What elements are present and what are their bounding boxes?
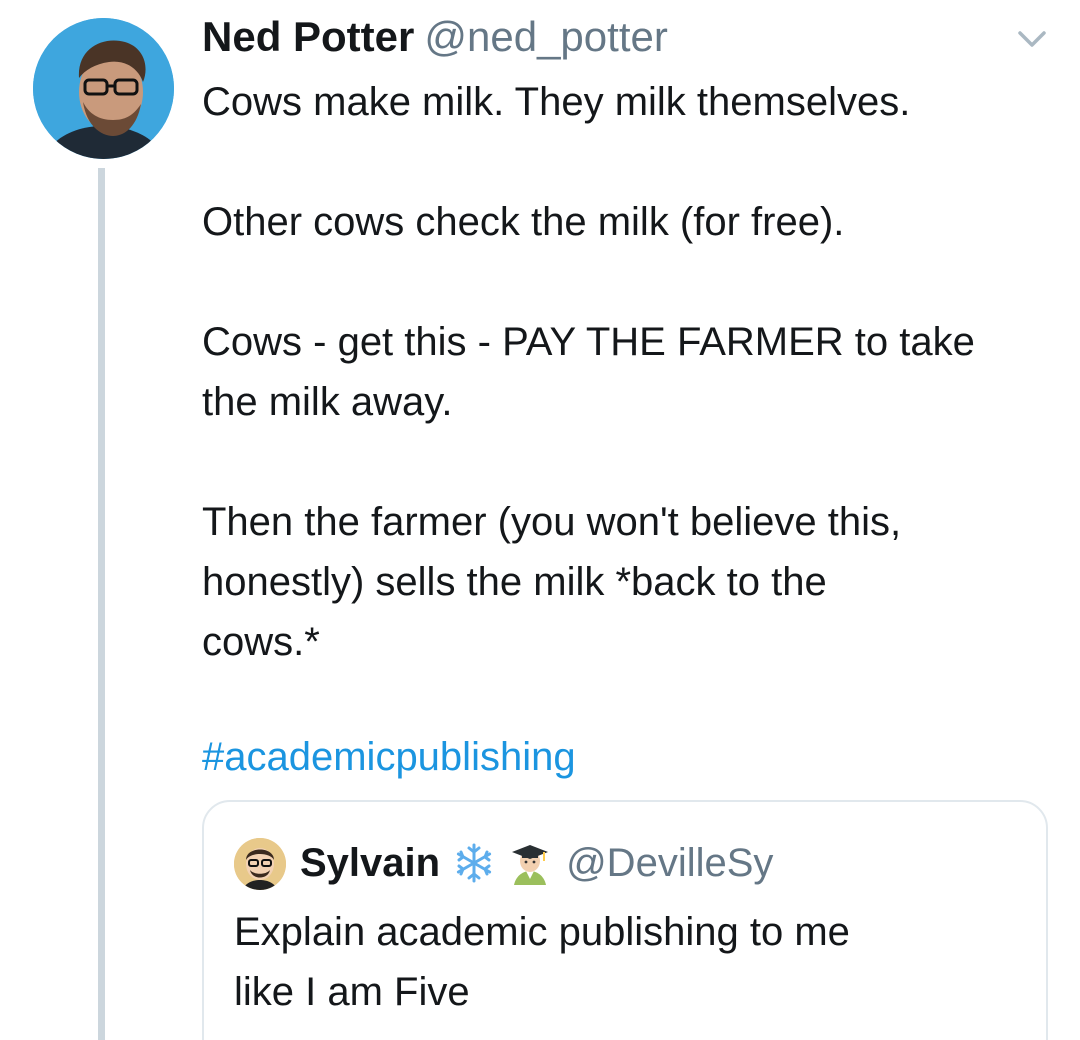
avatar[interactable]: [33, 18, 174, 159]
quoted-avatar: [234, 838, 286, 890]
quoted-line: Explain academic publishing to me: [234, 910, 850, 954]
tweet-line: Cows make milk. They milk themselves.: [202, 80, 911, 124]
tweet-paragraph: Cows make milk. They milk themselves.: [202, 72, 1062, 132]
hashtag-link[interactable]: #academicpublishing: [202, 727, 576, 787]
tweet-header: Ned Potter @ned_potter: [202, 12, 668, 62]
tweet-line: cows.*: [202, 620, 320, 664]
tweet-paragraph: Other cows check the milk (for free).: [202, 192, 1062, 252]
tweet-line: Then the farmer (you won't believe this,: [202, 500, 902, 544]
chevron-down-icon[interactable]: [1016, 28, 1048, 50]
quoted-header: Sylvain @DevilleSy: [300, 835, 773, 891]
thread-line: [98, 168, 105, 1040]
tweet-line: Other cows check the milk (for free).: [202, 200, 845, 244]
tweet-line: the milk away.: [202, 380, 453, 424]
tweet-line: honestly) sells the milk *back to the: [202, 560, 827, 604]
author-name[interactable]: Ned Potter: [202, 13, 414, 60]
snowflake-icon: [452, 841, 496, 885]
tweet-paragraph: Then the farmer (you won't believe this,…: [202, 492, 1062, 672]
quoted-author-name: Sylvain: [300, 841, 441, 885]
tweet-paragraph: Cows - get this - PAY THE FARMER to take…: [202, 312, 1062, 432]
tweet-body: Cows make milk. They milk themselves. Ot…: [202, 72, 1062, 672]
quoted-tweet-card[interactable]: Sylvain @DevilleSy Explain academic publ…: [202, 800, 1048, 1040]
quoted-author-handle: @DevilleSy: [566, 841, 774, 885]
tweet: Ned Potter @ned_potter Cows make milk. Th…: [0, 0, 1080, 1040]
avatar-photo: [33, 18, 174, 159]
author-handle[interactable]: @ned_potter: [424, 13, 667, 60]
quoted-line: like I am Five: [234, 970, 470, 1014]
graduate-icon: [508, 841, 552, 885]
quoted-text: Explain academic publishing to me like I…: [234, 902, 1024, 1022]
tweet-line: Cows - get this - PAY THE FARMER to take: [202, 320, 975, 364]
